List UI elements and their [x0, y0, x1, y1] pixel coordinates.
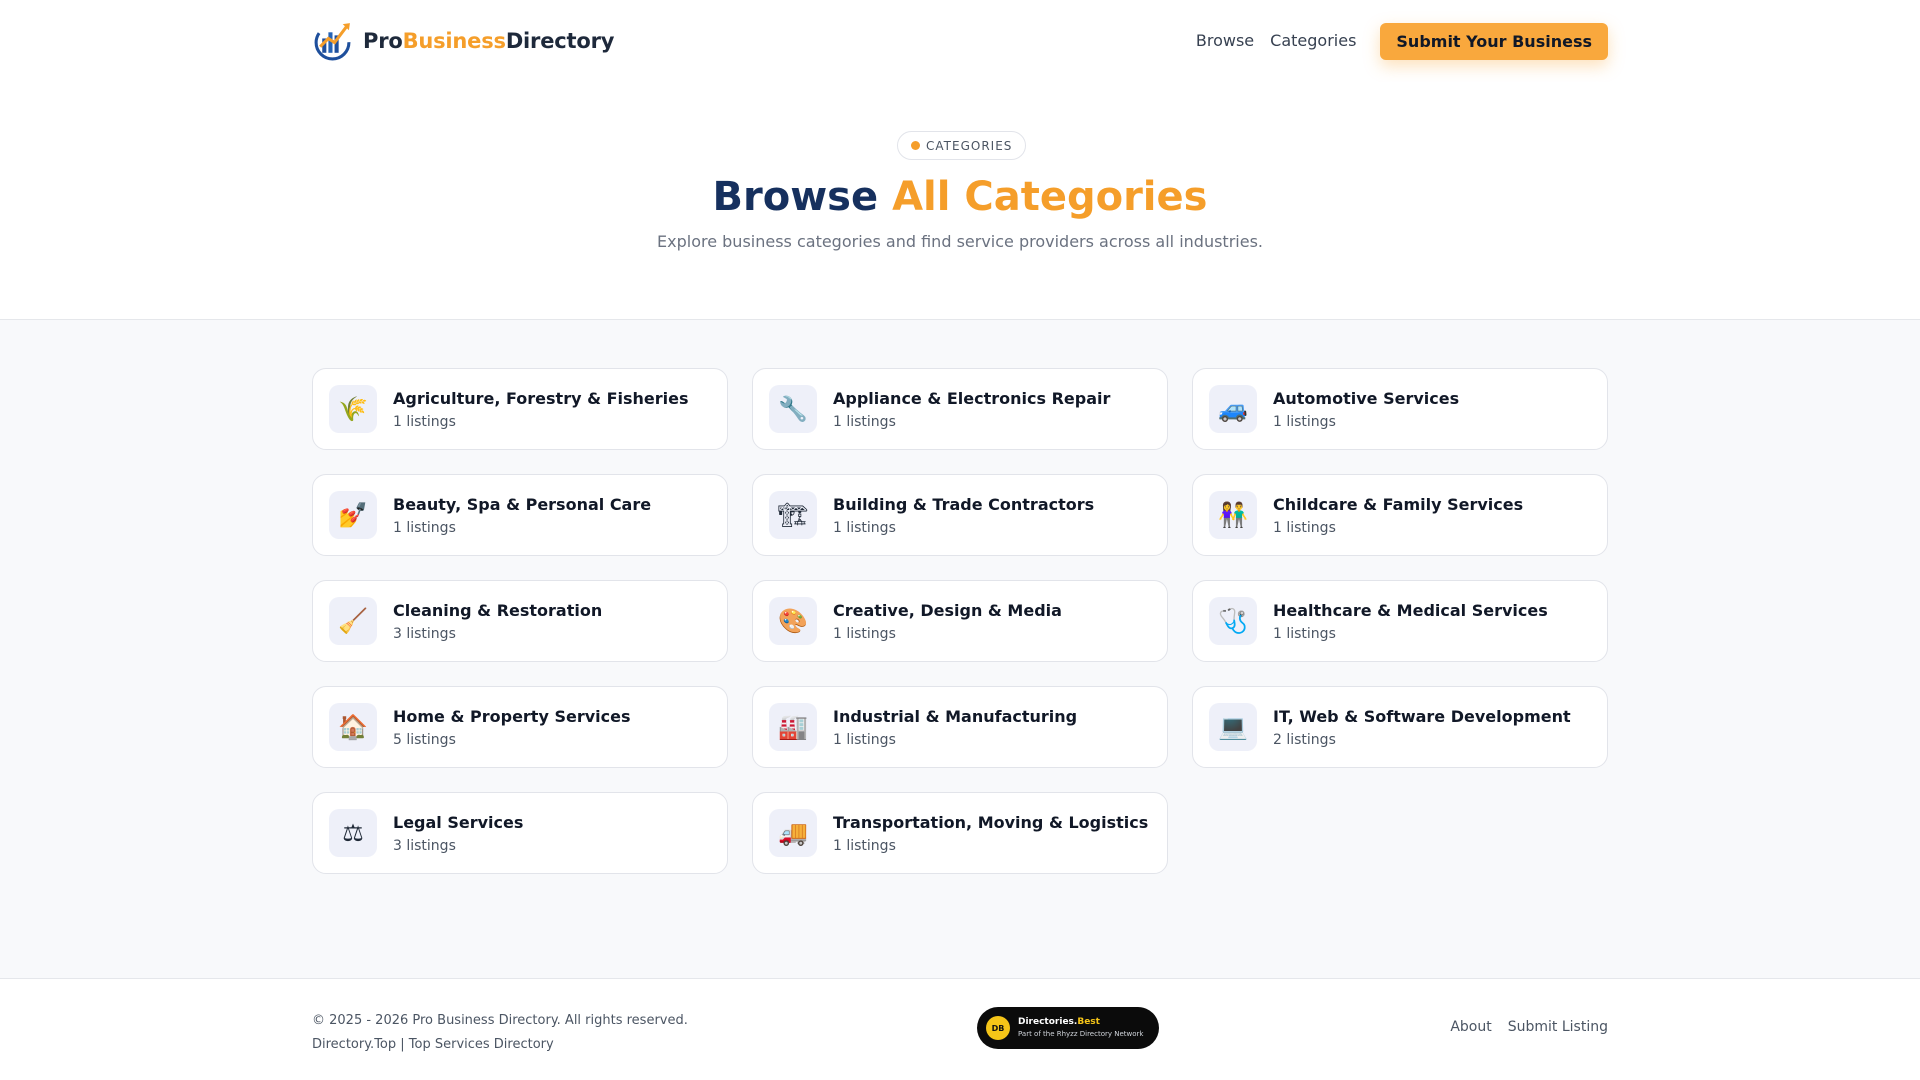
category-card[interactable]: ⚖ Legal Services 3 listings: [312, 792, 728, 874]
page-subtitle: Explore business categories and find ser…: [657, 232, 1263, 251]
category-count: 1 listings: [833, 732, 896, 748]
site-footer: © 2025 - 2026 Pro Business Directory. Al…: [0, 978, 1920, 1080]
logo-text-directory: Directory: [505, 28, 615, 53]
category-name: Cleaning & Restoration: [393, 601, 603, 620]
category-count: 1 listings: [833, 414, 896, 430]
hero-section: CATEGORIES Browse All Categories Explore…: [0, 82, 1920, 320]
footer-submit-listing-link[interactable]: Submit Listing: [1508, 1019, 1608, 1035]
category-name: Childcare & Family Services: [1273, 495, 1524, 514]
directories-best-badge[interactable]: DB Directories.Best Part of the Rhyzz Di…: [977, 1007, 1159, 1049]
main-nav: Browse Categories Submit Your Business: [1196, 22, 1608, 60]
copyright-text: © 2025 - 2026 Pro Business Directory. Al…: [312, 1013, 688, 1028]
logo-wordmark: ProBusinessDirectory: [363, 29, 614, 53]
category-name: Industrial & Manufacturing: [833, 707, 1078, 726]
category-name: Healthcare & Medical Services: [1273, 601, 1548, 620]
logo-text-business: Business: [402, 28, 506, 53]
scales-icon: ⚖: [329, 809, 377, 857]
badge-text: Directories.Best Part of the Rhyzz Direc…: [1018, 1016, 1143, 1040]
category-count: 1 listings: [393, 520, 456, 536]
category-card[interactable]: 🏠 Home & Property Services 5 listings: [312, 686, 728, 768]
badge-title-part1: Directories.: [1018, 1017, 1078, 1027]
category-name: Transportation, Moving & Logistics: [833, 813, 1149, 832]
category-card[interactable]: 🚙 Automotive Services 1 listings: [1192, 368, 1608, 450]
category-card[interactable]: 🚚 Transportation, Moving & Logistics 1 lis…: [752, 792, 1168, 874]
category-count: 3 listings: [393, 838, 456, 854]
category-count: 5 listings: [393, 732, 456, 748]
category-name: Appliance & Electronics Repair: [833, 389, 1111, 408]
title-part-browse: Browse: [712, 174, 879, 220]
submit-business-button[interactable]: Submit Your Business: [1380, 22, 1608, 60]
stethoscope-icon: 🩺: [1209, 597, 1257, 645]
truck-icon: 🚚: [769, 809, 817, 857]
category-grid: 🌾 Agriculture, Forestry & Fisheries 1 list…: [312, 368, 1608, 874]
factory-icon: 🏭: [769, 703, 817, 751]
nav-categories-link[interactable]: Categories: [1270, 22, 1356, 60]
nav-browse-link[interactable]: Browse: [1196, 22, 1254, 60]
category-card[interactable]: 🎨 Creative, Design & Media 1 listings: [752, 580, 1168, 662]
category-card[interactable]: 💅 Beauty, Spa & Personal Care 1 listings: [312, 474, 728, 556]
category-name: IT, Web & Software Development: [1273, 707, 1571, 726]
footer-info: © 2025 - 2026 Pro Business Directory. Al…: [312, 1009, 688, 1057]
category-name: Beauty, Spa & Personal Care: [393, 495, 652, 514]
categories-pill: CATEGORIES: [897, 131, 1027, 160]
category-count: 1 listings: [833, 626, 896, 642]
db-logo-icon: DB: [986, 1016, 1010, 1040]
crane-icon: 🏗: [769, 491, 817, 539]
category-count: 1 listings: [393, 414, 456, 430]
house-icon: 🏠: [329, 703, 377, 751]
footer-links: About Submit Listing: [1450, 1019, 1608, 1035]
category-name: Creative, Design & Media: [833, 601, 1062, 620]
category-card[interactable]: 🔧 Appliance & Electronics Repair 1 listing…: [752, 368, 1168, 450]
category-card[interactable]: 🏗 Building & Trade Contractors 1 listings: [752, 474, 1168, 556]
category-card[interactable]: 🏭 Industrial & Manufacturing 1 listings: [752, 686, 1168, 768]
car-icon: 🚙: [1209, 385, 1257, 433]
chart-logo-icon: [314, 23, 351, 61]
category-name: Building & Trade Contractors: [833, 495, 1095, 514]
pill-label: CATEGORIES: [926, 138, 1013, 153]
category-count: 1 listings: [1273, 414, 1336, 430]
category-count: 3 listings: [393, 626, 456, 642]
wrench-icon: 🔧: [769, 385, 817, 433]
category-card[interactable]: 🧹 Cleaning & Restoration 3 listings: [312, 580, 728, 662]
category-count: 1 listings: [1273, 520, 1336, 536]
nail-polish-icon: 💅: [329, 491, 377, 539]
category-name: Legal Services: [393, 813, 524, 832]
category-count: 1 listings: [833, 838, 896, 854]
category-count: 1 listings: [1273, 626, 1336, 642]
category-card[interactable]: 🩺 Healthcare & Medical Services 1 listings: [1192, 580, 1608, 662]
category-card[interactable]: 🌾 Agriculture, Forestry & Fisheries 1 list…: [312, 368, 728, 450]
directory-top-link[interactable]: Directory.Top | Top Services Directory: [312, 1033, 688, 1057]
category-name: Agriculture, Forestry & Fisheries: [393, 389, 689, 408]
category-count: 1 listings: [833, 520, 896, 536]
site-logo[interactable]: ProBusinessDirectory: [312, 20, 614, 61]
logo-text-pro: Pro: [363, 28, 403, 53]
family-icon: 👫: [1209, 491, 1257, 539]
broom-icon: 🧹: [329, 597, 377, 645]
laptop-icon: 💻: [1209, 703, 1257, 751]
palette-icon: 🎨: [769, 597, 817, 645]
pill-dot-icon: [911, 141, 920, 150]
category-card[interactable]: 👫 Childcare & Family Services 1 listings: [1192, 474, 1608, 556]
site-header: ProBusinessDirectory Browse Categories S…: [0, 0, 1920, 82]
category-count: 2 listings: [1273, 732, 1336, 748]
page-title: Browse All Categories: [0, 174, 1920, 220]
wheat-icon: 🌾: [329, 385, 377, 433]
category-name: Home & Property Services: [393, 707, 631, 726]
category-name: Automotive Services: [1273, 389, 1460, 408]
title-part-categories: All Categories: [892, 174, 1208, 220]
category-card[interactable]: 💻 IT, Web & Software Development 2 listing…: [1192, 686, 1608, 768]
badge-title-part2: Best: [1077, 1017, 1100, 1027]
badge-title: Directories.Best: [1018, 1016, 1143, 1028]
badge-subtitle: Part of the Rhyzz Directory Network: [1018, 1030, 1144, 1038]
footer-about-link[interactable]: About: [1450, 1019, 1491, 1035]
